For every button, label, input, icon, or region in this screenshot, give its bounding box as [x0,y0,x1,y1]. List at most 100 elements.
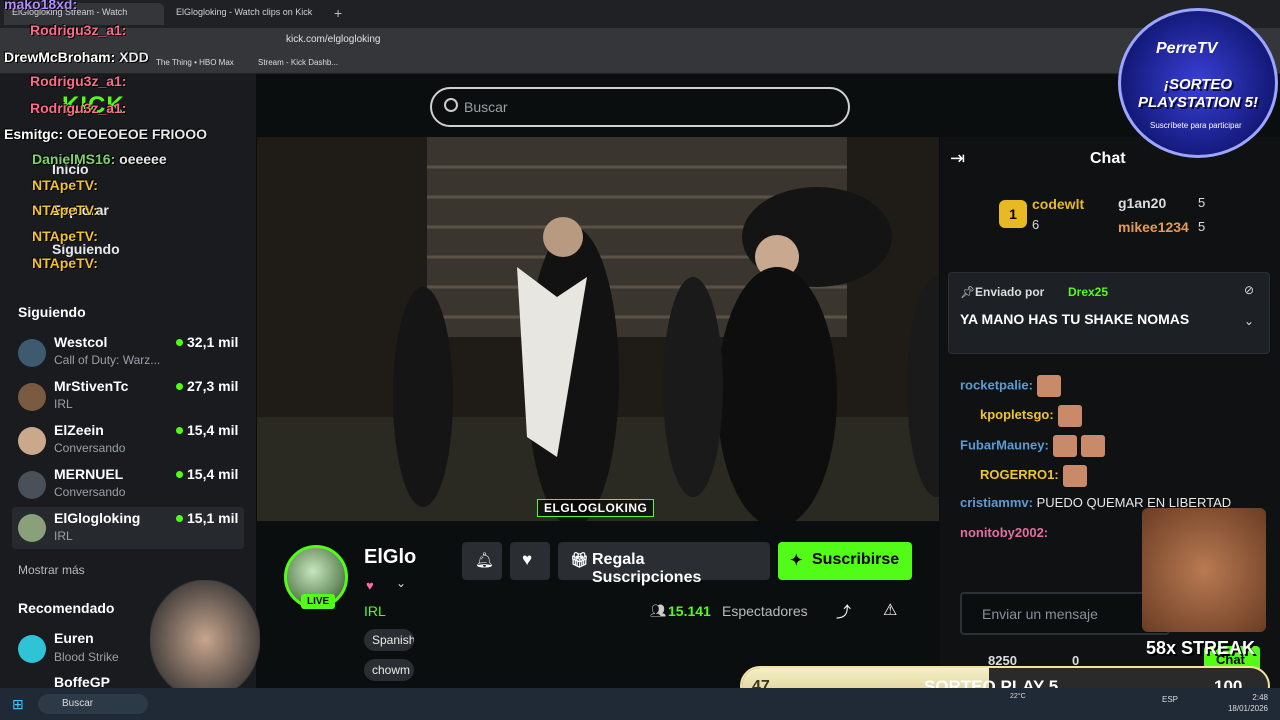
viewer-count: 15.141 [668,603,711,619]
following-name: ElGlogloking [54,510,141,526]
overlay-text: oeeeee [119,151,167,167]
leaderboard-user[interactable]: g1an20 [1118,195,1166,211]
channel-name[interactable]: ElGlo [364,546,416,569]
search-input[interactable]: Buscar [464,99,508,115]
chat-message: kpopletsgo: [960,405,1082,427]
heart-icon: ♥ [366,578,374,593]
following-category: Conversando [54,485,126,499]
following-name[interactable]: MERNUEL [54,466,123,482]
avatar [18,383,46,411]
viewers-icon: 👥︎ [650,603,667,618]
windows-start-icon[interactable]: ⊞ [12,696,24,713]
browser-tab[interactable]: ElGlogloking - Watch clips on Kick [168,3,328,25]
overlay-username: Rodrigu3z_a1: [30,100,127,116]
promo-title: ¡SORTEO PLAYSTATION 5! [1138,76,1258,111]
new-tab-icon[interactable]: + [334,5,342,21]
leaderboard-user[interactable]: mikee1234 [1118,219,1189,235]
overlay-username: NTApeTV: [32,177,98,193]
chat-username[interactable]: cristiammv: [960,495,1033,510]
gift-subs-label: Regala Suscripciones [592,551,702,586]
gift-icon: 🎁︎ [570,552,590,569]
hide-pin-icon[interactable]: ⊘ [1244,283,1254,297]
chevron-down-icon[interactable]: ⌄ [396,576,406,590]
leaderboard-count: 6 [1032,217,1040,232]
overlay-username: Esmitgc: [4,126,64,142]
follow-button[interactable]: ♥ [510,542,550,580]
tag-pill[interactable]: chowm [364,659,414,681]
url-field[interactable]: kick.com/elglogloking [286,34,381,45]
following-name[interactable]: ElZeein [54,422,104,438]
video-player[interactable] [257,137,939,521]
following-name: Westcol [54,334,108,350]
taskbar [0,688,1280,720]
chat-input[interactable]: Enviar un mensaje [960,592,1170,635]
overlay-text: XDD [119,49,149,65]
bookmark-item[interactable]: Stream - Kick Dashb... [258,58,338,67]
leaderboard-user[interactable]: codewlt [1032,196,1084,212]
tag-pill[interactable]: Spanish [364,629,414,651]
overlay-username: DanielMS16: [32,151,116,167]
following-viewers: 15,4 mil [187,466,239,482]
emote-icon [1080,435,1105,457]
bell-icon: 🔔︎ [475,552,495,569]
show-more-link[interactable]: Mostrar más [18,563,85,577]
pin-icon: 📌︎ [960,285,976,299]
gift-subs-button[interactable]: 🎁︎ Regala Suscripciones [558,542,770,586]
heart-icon: ♥ [522,550,533,569]
viewer-label: Espectadores [722,603,808,619]
leaderboard-count: 5 [1198,195,1206,210]
avatar [18,427,46,455]
chat-message: FubarMauney: [960,435,1105,457]
emote-icon [1036,375,1061,397]
overlay-username: mako18xd: [4,0,78,12]
recommended-name[interactable]: Euren [54,630,94,646]
chat-message: rocketpalie: [960,375,1061,397]
promo-subtitle: Suscríbete para participar [1150,121,1242,130]
weather-label: 22°C [1010,693,1026,700]
following-category: IRL [54,529,73,543]
chevron-down-icon[interactable]: ⌄ [1244,314,1254,328]
channel-category[interactable]: IRL [364,603,386,619]
clock-time: 2:48 [1252,693,1268,702]
following-name[interactable]: MrStivenTc [54,378,128,394]
following-category: IRL [54,397,73,411]
streamer-facecam [150,580,260,688]
following-category: Call of Duty: Warz... [54,353,161,367]
language-label[interactable]: ESP [1162,695,1178,704]
following-viewers: 15,1 mil [187,510,239,526]
avatar [18,514,46,542]
rank-badge: 1 [999,200,1027,228]
chat-username[interactable]: rocketpalie: [960,377,1033,392]
notify-button[interactable]: 🔔︎ [462,542,502,580]
bookmark-item[interactable]: The Thing • HBO Max [156,58,234,67]
pinned-text: YA MANO HAS TU SHAKE NOMAS [960,311,1190,327]
avatar [18,471,46,499]
chat-username[interactable]: nonitoby2002: [960,525,1048,540]
report-icon[interactable]: ⚠ [883,600,897,620]
avatar [18,339,46,367]
leaderboard-count: 5 [1198,219,1206,234]
chat-username[interactable]: FubarMauney: [960,437,1049,452]
chat-username[interactable]: kpopletsgo: [960,407,1054,422]
taskbar-clock[interactable]: 2:48 18/01/2026 [1208,692,1268,714]
subscribe-label: Suscribirse [812,551,900,568]
overlay-username: NTApeTV: [32,228,98,244]
taskbar-search[interactable]: Buscar [38,694,148,714]
pinned-user[interactable]: Drex25 [1068,285,1108,299]
avatar [18,635,46,663]
collapse-chat-icon[interactable]: ⇥ [950,148,965,169]
following-viewers: 27,3 mil [187,378,239,394]
share-icon[interactable]: ⤴ [836,601,851,622]
search-icon [444,98,458,112]
following-viewers: 15,4 mil [187,422,239,438]
reaction-image [1142,508,1266,632]
promo-brand: PerreTV [1156,40,1218,57]
subscribe-button[interactable]: ✦ Suscribirse [778,542,912,580]
overlay-text: OEOEOEOE FRIOOO [67,126,208,142]
chat-username[interactable]: ROGERRO1: [960,467,1059,482]
following-viewers: 32,1 mil [187,334,239,350]
video-watermark: ELGLOGLOKING [537,499,655,517]
tab-label: ElGlogloking - Watch clips on Kick [176,7,313,17]
overlay-username: NTApeTV: [32,202,98,218]
overlay-username: NTApeTV: [32,255,98,271]
